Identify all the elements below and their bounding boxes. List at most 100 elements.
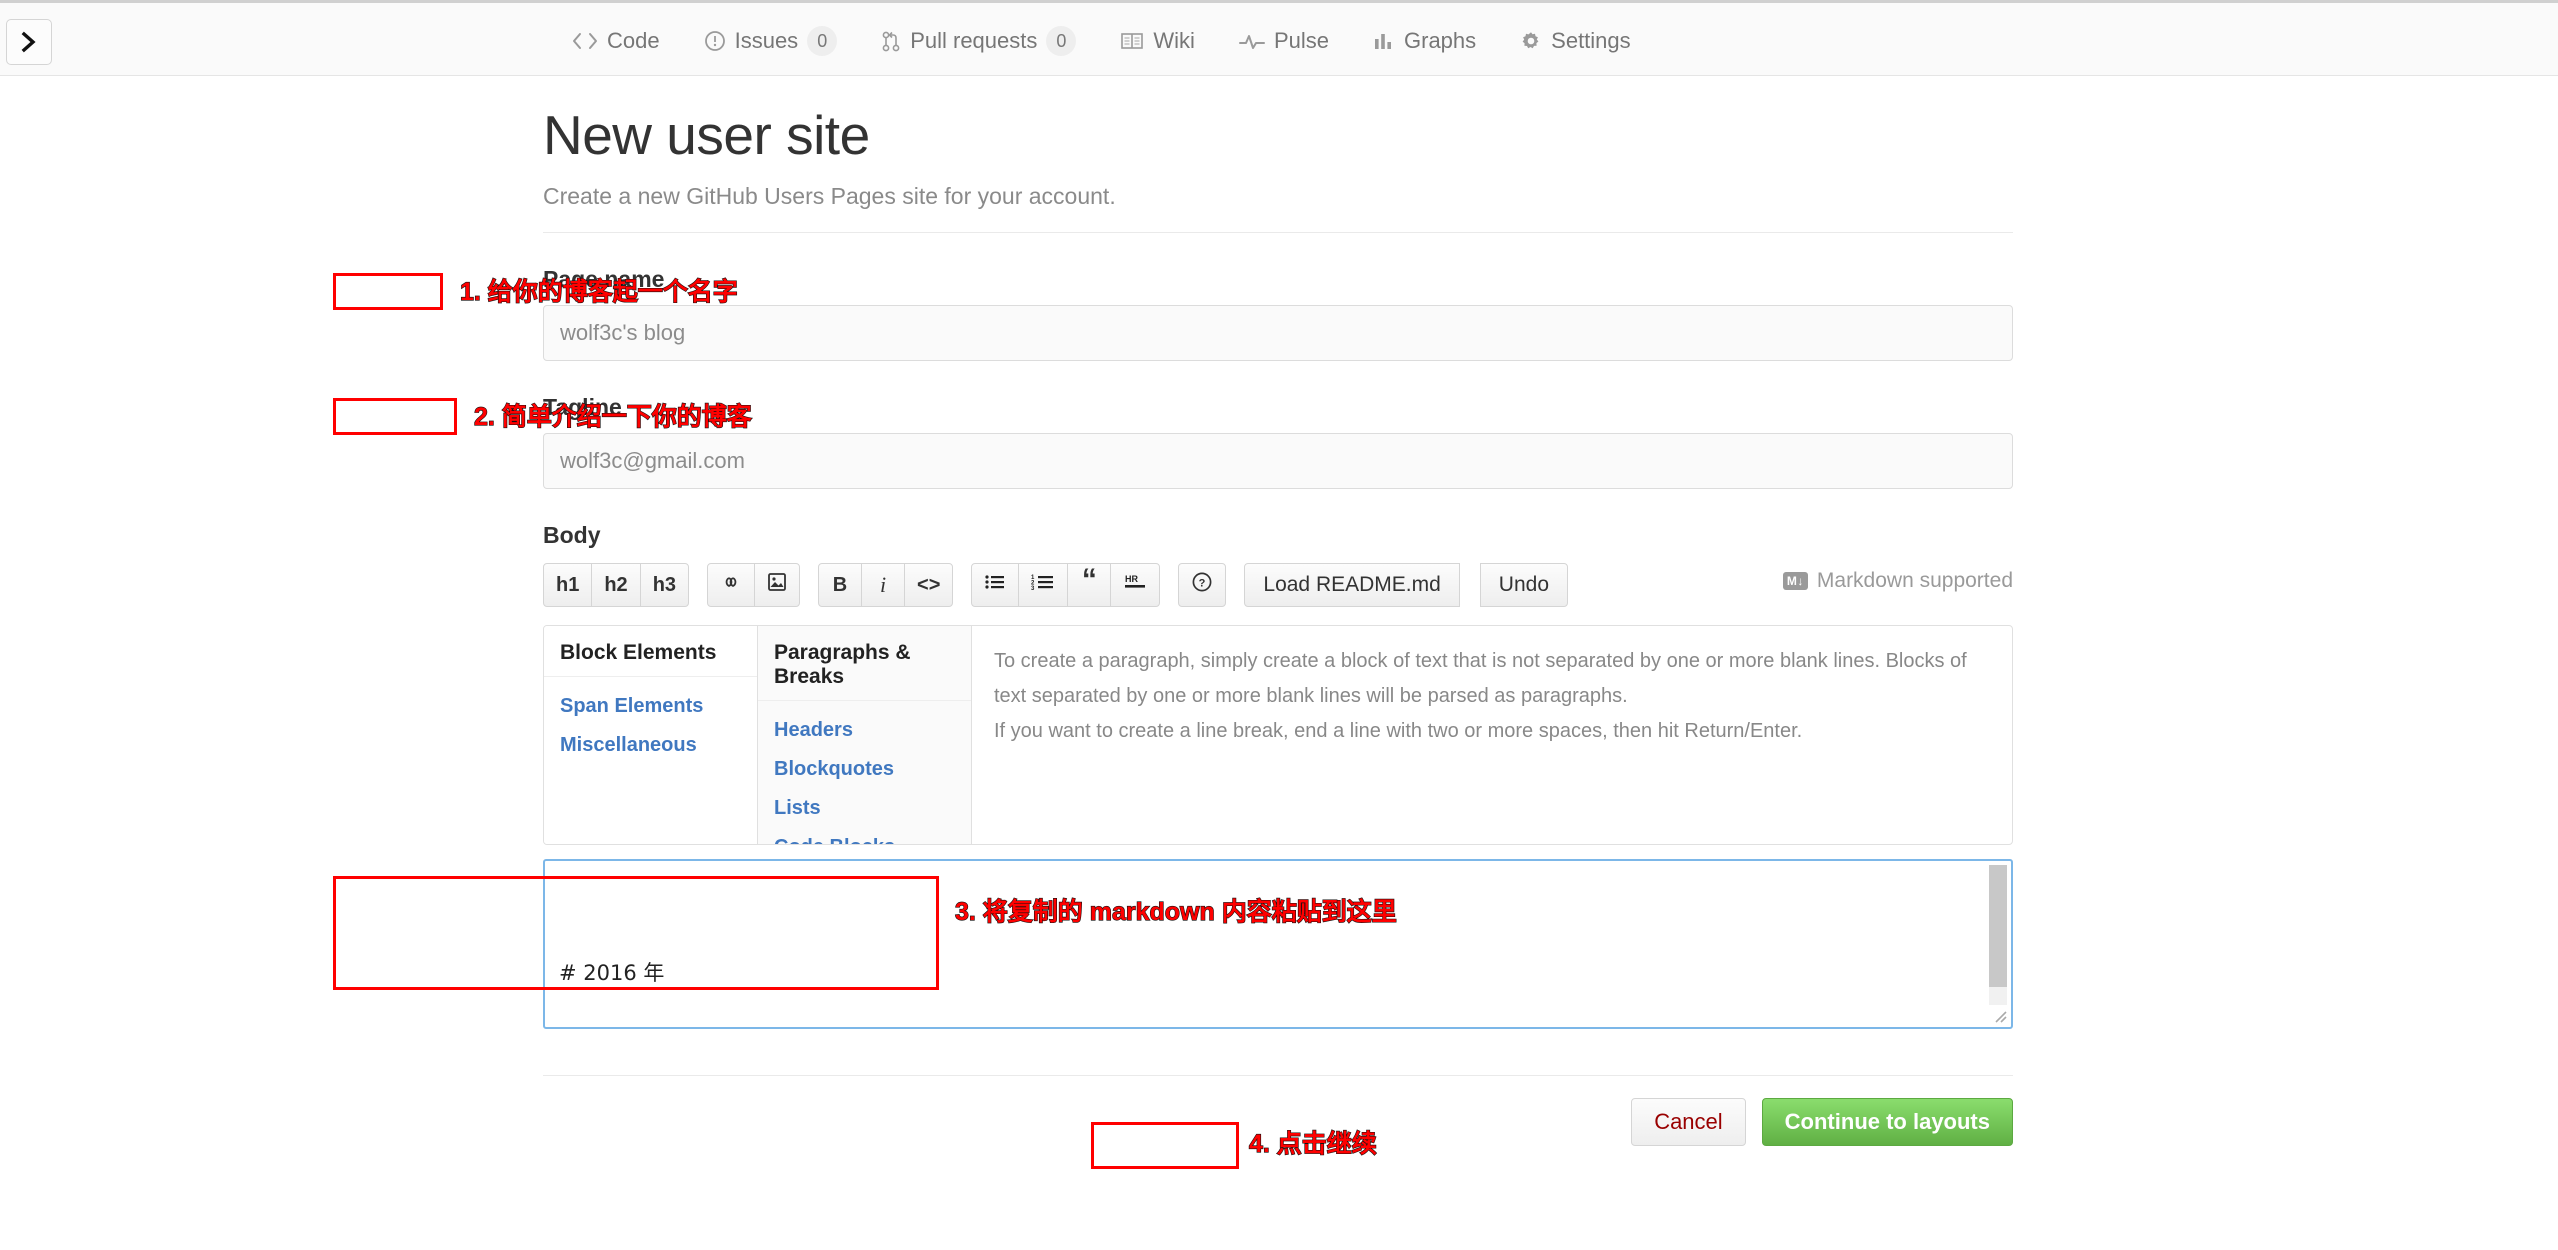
help-link[interactable]: Span Elements bbox=[560, 687, 757, 726]
nav-item-label: Code bbox=[607, 28, 660, 53]
git-pull-request-icon bbox=[881, 30, 901, 52]
continue-to-layouts-button[interactable]: Continue to layouts bbox=[1761, 1098, 2013, 1147]
markdown-help-column-2: Paragraphs & Breaks Headers Blockquotes … bbox=[758, 626, 972, 845]
h3-button[interactable]: h3 bbox=[639, 563, 690, 608]
nav-item-label: Settings bbox=[1551, 28, 1631, 53]
annotation-text-4: 4. 点击继续 bbox=[1248, 1129, 1377, 1158]
help-link[interactable]: Lists bbox=[774, 789, 971, 828]
unordered-list-icon bbox=[984, 573, 1006, 597]
nav-item-label: Pulse bbox=[1273, 28, 1329, 53]
nav-item-settings[interactable]: Settings bbox=[1498, 3, 1653, 79]
markdown-help-panel: Block Elements Span Elements Miscellaneo… bbox=[543, 625, 2013, 846]
insert-button-group bbox=[707, 563, 801, 608]
nav-item-label: Issues bbox=[734, 28, 799, 53]
ordered-list-button[interactable]: 1 2 3 bbox=[1018, 563, 1069, 608]
image-button[interactable] bbox=[754, 563, 801, 608]
body-label: Body bbox=[543, 522, 601, 549]
svg-text:HR: HR bbox=[1125, 574, 1138, 584]
load-readme-button[interactable]: Load README.md bbox=[1244, 563, 1460, 608]
nav-item-code[interactable]: Code bbox=[550, 3, 682, 79]
nav-item-label: Pull requests bbox=[910, 28, 1038, 53]
chevron-right-icon bbox=[21, 31, 36, 53]
issue-opened-icon bbox=[704, 30, 726, 52]
readme-button-group: Load README.md Undo bbox=[1244, 563, 1568, 608]
page-name-label: Page name bbox=[543, 266, 665, 293]
unordered-list-button[interactable] bbox=[971, 563, 1020, 608]
help-link[interactable]: Headers bbox=[774, 711, 971, 750]
ordered-list-icon: 1 2 3 bbox=[1031, 573, 1055, 597]
question-circle-icon: ? bbox=[1191, 571, 1213, 599]
column-1-links: Span Elements Miscellaneous bbox=[544, 677, 757, 765]
markdown-help-column-1: Block Elements Span Elements Miscellaneo… bbox=[544, 626, 758, 845]
resize-handle-icon[interactable] bbox=[1988, 1004, 2008, 1024]
footer-divider bbox=[543, 1075, 2013, 1077]
image-icon bbox=[767, 572, 787, 598]
markdown-help-body: To create a paragraph, simply create a b… bbox=[972, 626, 2012, 844]
gear-icon bbox=[1520, 30, 1542, 52]
help-paragraph-1: To create a paragraph, simply create a b… bbox=[994, 650, 1967, 708]
column-2-links: Headers Blockquotes Lists Code Blocks Ho… bbox=[758, 701, 971, 844]
annotation-text-3: 3. 将复制的 markdown 内容粘贴到这里 bbox=[954, 897, 1397, 926]
svg-text:?: ? bbox=[1199, 578, 1206, 590]
nav-item-label: Graphs bbox=[1404, 28, 1477, 53]
page-title: New user site bbox=[543, 104, 870, 166]
link-button[interactable] bbox=[707, 563, 756, 608]
nav-item-issues[interactable]: Issues 0 bbox=[682, 3, 860, 79]
page-name-input[interactable]: wolf3c's blog bbox=[543, 305, 2013, 362]
horizontal-rule-icon: HR bbox=[1123, 572, 1147, 598]
column-1-header: Block Elements bbox=[544, 626, 757, 678]
help-button-group: ? bbox=[1178, 563, 1227, 608]
heading-button-group: h1 h2 h3 bbox=[543, 563, 690, 608]
graph-icon bbox=[1373, 31, 1395, 51]
nav-item-label: Wiki bbox=[1153, 28, 1195, 53]
markdown-help-button[interactable]: ? bbox=[1178, 563, 1227, 608]
format-button-group: B i <> bbox=[818, 563, 954, 608]
code-icon bbox=[572, 31, 598, 51]
undo-button[interactable]: Undo bbox=[1479, 563, 1568, 608]
header-divider bbox=[543, 232, 2013, 234]
pulse-icon bbox=[1238, 31, 1265, 51]
annotation-text-2: 2. 简单介绍一下你的博客 bbox=[473, 402, 752, 431]
horizontal-rule-button[interactable]: HR bbox=[1110, 563, 1161, 608]
repository-nav-bar: Code Issues 0 Pull requests 0 Wiki Pulse… bbox=[0, 0, 2558, 76]
editor-line-1: # 2016 年 bbox=[559, 961, 665, 986]
bold-button[interactable]: B bbox=[818, 563, 863, 608]
link-icon bbox=[720, 573, 742, 597]
nav-item-graphs[interactable]: Graphs bbox=[1351, 3, 1498, 79]
markdown-icon: M↓ bbox=[1782, 572, 1808, 591]
issues-count-badge: 0 bbox=[807, 26, 838, 56]
h2-button[interactable]: h2 bbox=[591, 563, 641, 608]
sidebar-toggle-button[interactable] bbox=[6, 19, 52, 65]
code-button[interactable]: <> bbox=[904, 563, 954, 608]
help-link[interactable]: Blockquotes bbox=[774, 750, 971, 789]
body-editor-wrapper: # 2016 年 2016年 8月 > ### [巧用 github - 10m… bbox=[543, 859, 2013, 1030]
markdown-supported-label: Markdown supported bbox=[1816, 569, 2013, 593]
book-icon bbox=[1120, 31, 1144, 51]
nav-item-pull-requests[interactable]: Pull requests 0 bbox=[859, 3, 1098, 79]
tagline-input[interactable]: wolf3c@gmail.com bbox=[543, 433, 2013, 490]
nav-item-pulse[interactable]: Pulse bbox=[1217, 3, 1351, 79]
markdown-supported-note: M↓ Markdown supported bbox=[1782, 569, 2013, 593]
annotation-text-1: 1. 给你的博客起一个名字 bbox=[459, 277, 738, 306]
column-2-header: Paragraphs & Breaks bbox=[758, 626, 971, 702]
nav-item-wiki[interactable]: Wiki bbox=[1098, 3, 1217, 79]
tagline-label: Tagline bbox=[543, 394, 622, 421]
h1-button[interactable]: h1 bbox=[543, 563, 593, 608]
italic-button[interactable]: i bbox=[861, 563, 906, 608]
help-paragraph-2: If you want to create a line break, end … bbox=[994, 720, 1803, 743]
list-button-group: 1 2 3 “ HR bbox=[971, 563, 1161, 608]
pull-requests-count-badge: 0 bbox=[1046, 26, 1077, 56]
cancel-button[interactable]: Cancel bbox=[1631, 1098, 1746, 1147]
textarea-scrollbar-thumb[interactable] bbox=[1989, 865, 2007, 988]
page-subtitle: Create a new GitHub Users Pages site for… bbox=[543, 183, 1116, 210]
help-link[interactable]: Code Blocks bbox=[774, 828, 971, 844]
nav-items: Code Issues 0 Pull requests 0 Wiki Pulse… bbox=[550, 3, 1653, 79]
markdown-toolbar: h1 h2 h3 B i <> 1 2 3 “ HR ? Load README… bbox=[543, 563, 2013, 608]
new-user-site-form: New user site Create a new GitHub Users … bbox=[543, 76, 2013, 1147]
svg-text:3: 3 bbox=[1031, 586, 1035, 591]
body-textarea[interactable]: # 2016 年 2016年 8月 > ### [巧用 github - 10m… bbox=[543, 859, 2013, 1030]
annotation-box-page-name bbox=[333, 273, 443, 310]
help-link[interactable]: Miscellaneous bbox=[560, 726, 757, 765]
quote-button[interactable]: “ bbox=[1067, 563, 1112, 608]
annotation-box-tagline bbox=[333, 398, 457, 435]
